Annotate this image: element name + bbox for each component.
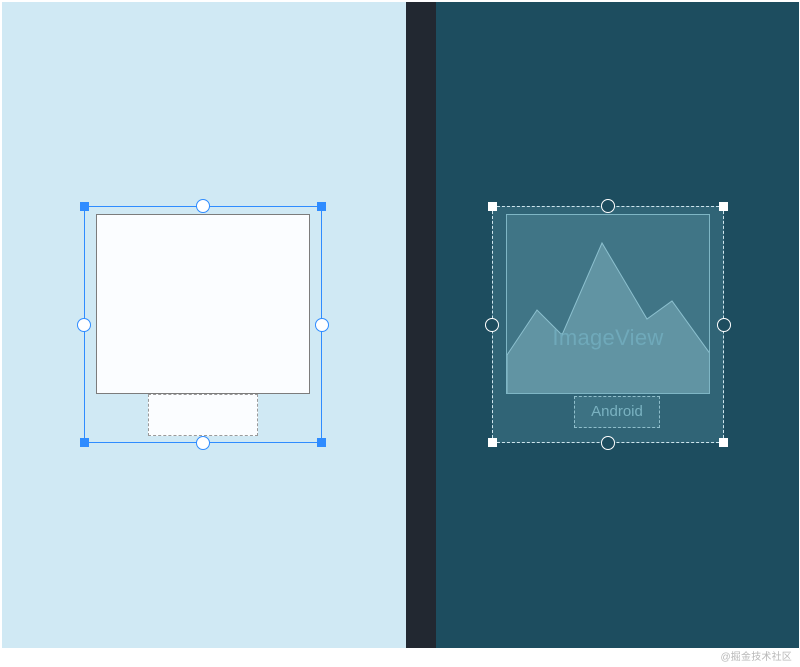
blueprint-selection-group[interactable]: ImageView Android xyxy=(492,206,724,443)
resize-handle-top-right[interactable] xyxy=(317,202,326,211)
resize-handle-bottom[interactable] xyxy=(601,436,615,450)
resize-handle-left[interactable] xyxy=(485,318,499,332)
resize-handle-top[interactable] xyxy=(196,199,210,213)
watermark-text: @掘金技术社区 xyxy=(720,648,792,663)
panel-divider xyxy=(406,2,436,648)
resize-handle-bottom-left[interactable] xyxy=(488,438,497,447)
blueprint-preview-panel: ImageView Android xyxy=(436,2,799,648)
editor-stage: ImageView Android @掘金技术社区 xyxy=(0,0,800,667)
textview-widget[interactable]: Android xyxy=(574,396,660,428)
resize-handle-right[interactable] xyxy=(315,318,329,332)
mountain-icon xyxy=(507,215,710,394)
design-preview-panel xyxy=(2,2,406,648)
imageview-label: ImageView xyxy=(507,325,709,351)
resize-handle-bottom-right[interactable] xyxy=(719,438,728,447)
resize-handle-right[interactable] xyxy=(717,318,731,332)
resize-handle-top[interactable] xyxy=(601,199,615,213)
resize-handle-left[interactable] xyxy=(77,318,91,332)
textview-placeholder[interactable] xyxy=(148,394,258,436)
design-selection-group[interactable] xyxy=(84,206,322,443)
textview-label: Android xyxy=(591,403,643,420)
imageview-placeholder[interactable] xyxy=(96,214,310,394)
resize-handle-bottom-right[interactable] xyxy=(317,438,326,447)
imageview-widget[interactable]: ImageView xyxy=(506,214,710,394)
resize-handle-top-right[interactable] xyxy=(719,202,728,211)
resize-handle-top-left[interactable] xyxy=(80,202,89,211)
resize-handle-top-left[interactable] xyxy=(488,202,497,211)
resize-handle-bottom[interactable] xyxy=(196,436,210,450)
resize-handle-bottom-left[interactable] xyxy=(80,438,89,447)
